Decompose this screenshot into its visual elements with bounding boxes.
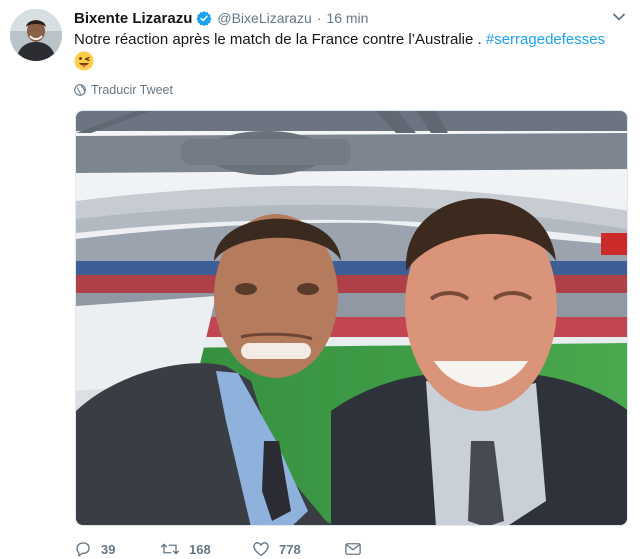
tweet[interactable]: Bixente Lizarazu @BixeLizarazu · 16 min …	[0, 0, 640, 559]
tweet-text-body: Notre réaction après le match de la Fran…	[74, 31, 482, 48]
reply-button[interactable]: 39	[74, 540, 160, 558]
verified-icon	[196, 10, 213, 27]
display-name[interactable]: Bixente Lizarazu	[74, 10, 192, 27]
globe-icon	[74, 84, 86, 96]
reply-count: 39	[101, 541, 116, 557]
retweet-button[interactable]: 168	[160, 540, 252, 558]
timestamp[interactable]: 16 min	[326, 10, 368, 26]
message-icon	[345, 543, 361, 555]
retweet-count: 168	[189, 541, 211, 557]
tweet-photo[interactable]	[75, 110, 628, 526]
translate-tweet[interactable]: Traducir Tweet	[74, 82, 173, 98]
separator-dot: ·	[316, 10, 322, 26]
tweet-text: Notre réaction après le match de la Fran…	[74, 30, 626, 50]
reply-icon	[76, 542, 90, 557]
winking-face-with-tongue-icon	[74, 51, 94, 71]
tweet-actions: 39 168 778	[74, 539, 371, 559]
like-button[interactable]: 778	[252, 540, 344, 558]
tweet-header: Bixente Lizarazu @BixeLizarazu · 16 min	[74, 8, 368, 28]
direct-message-button[interactable]	[344, 540, 371, 558]
hashtag-link[interactable]: #serragedefesses	[486, 31, 605, 48]
like-icon	[253, 542, 269, 557]
chevron-down-icon[interactable]	[612, 10, 626, 24]
retweet-icon	[160, 543, 180, 555]
handle[interactable]: @BixeLizarazu	[217, 10, 311, 26]
like-count: 778	[279, 541, 301, 557]
translate-label: Traducir Tweet	[91, 83, 173, 97]
avatar[interactable]	[10, 9, 62, 61]
